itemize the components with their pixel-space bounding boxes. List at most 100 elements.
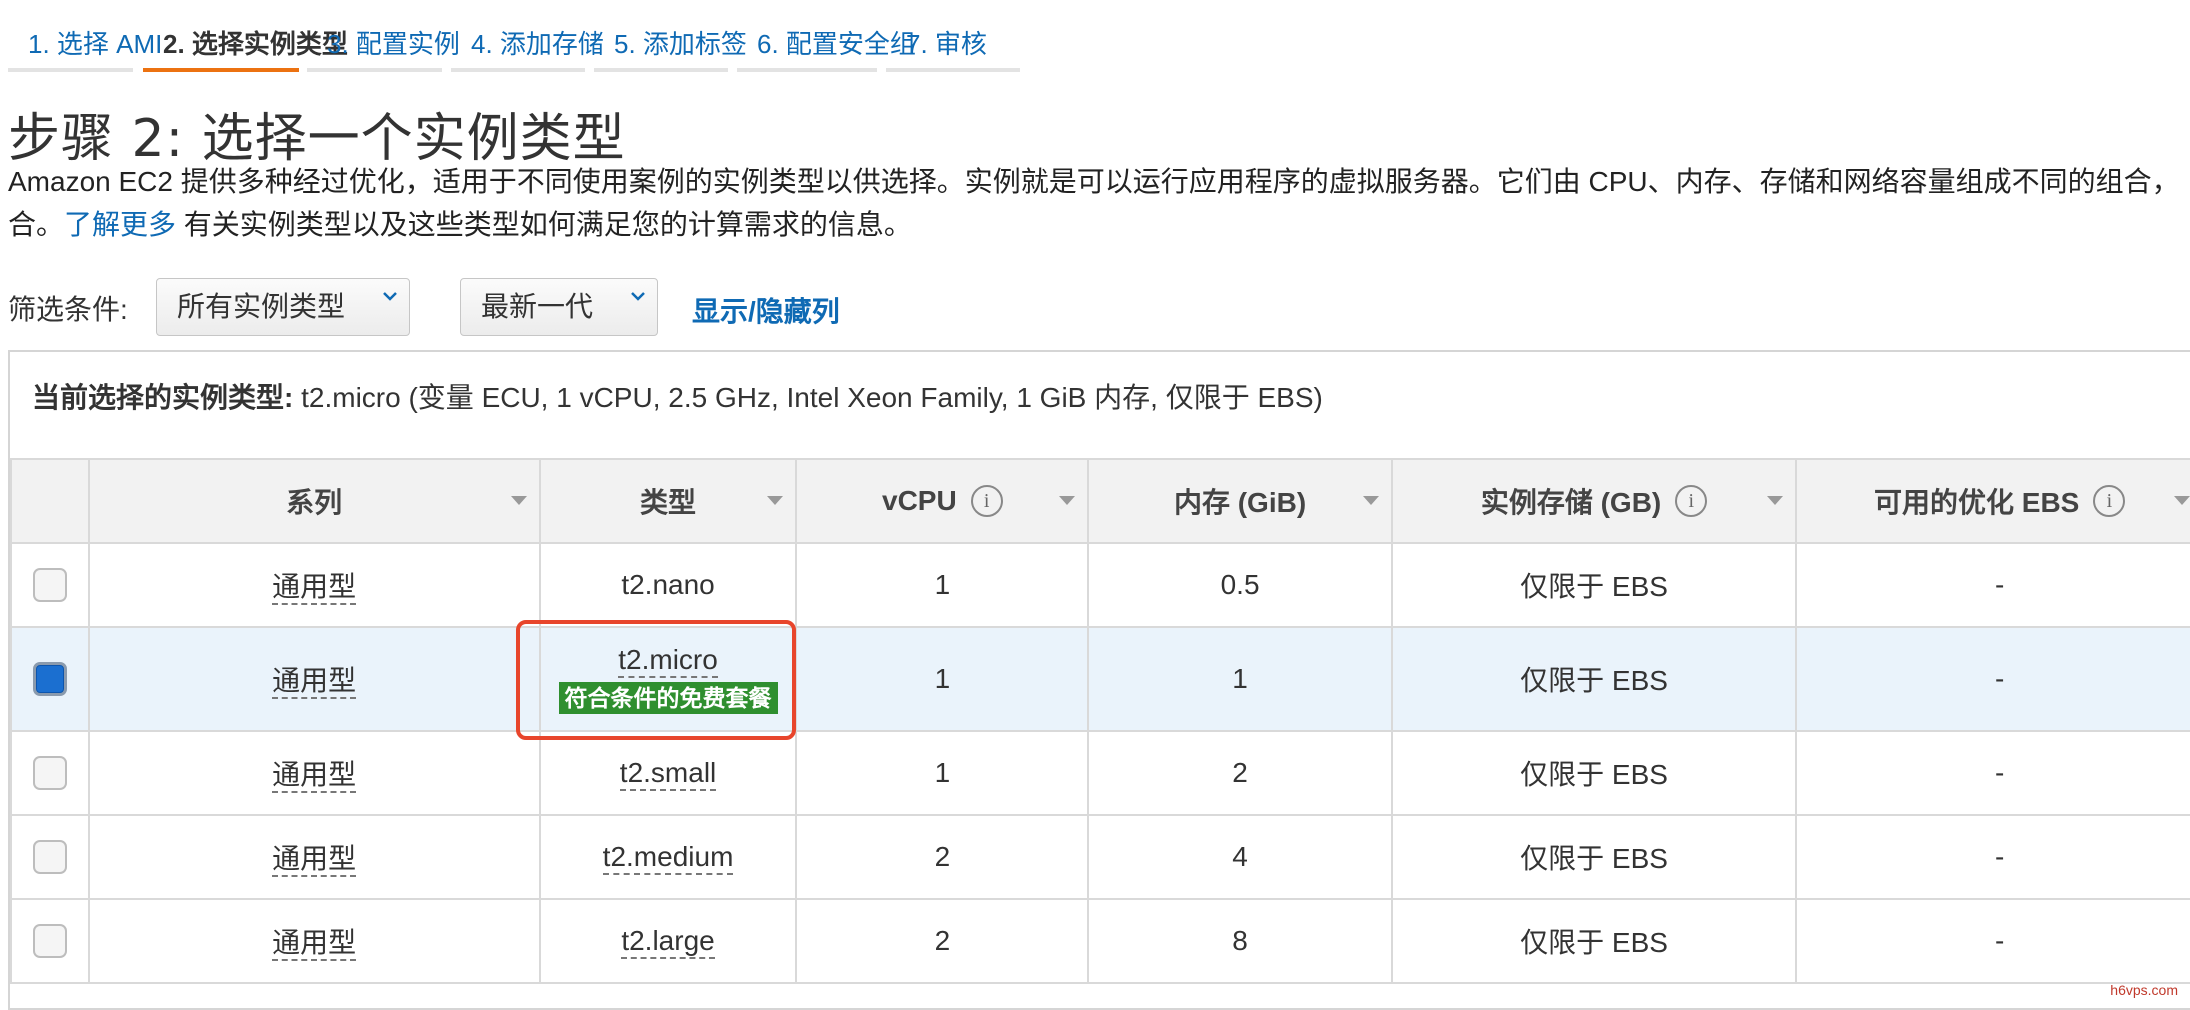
type-value: t2.small (619, 757, 717, 791)
description-line2-prefix: 合。 (8, 209, 65, 240)
storage-cell: 仅限于 EBS (1390, 626, 1798, 732)
row-checkbox[interactable] (32, 568, 67, 603)
select-column-header (10, 458, 90, 544)
tab-configure-security-group[interactable]: 6. 配置安全组 (737, 0, 916, 72)
type-value: t2.large (621, 925, 715, 959)
instance-type-panel: 当前选择的实例类型: t2.micro (变量 ECU, 1 vCPU, 2.5… (8, 350, 2190, 1010)
vcpu-cell: 1 (795, 542, 1090, 628)
info-icon[interactable]: i (2093, 485, 2126, 517)
ebs-cell: - (1795, 626, 2190, 732)
tab-add-storage[interactable]: 4. 添加存储 (451, 0, 604, 72)
family-value: 通用型 (272, 927, 357, 961)
tab-choose-instance-type[interactable]: 2. 选择实例类型 (143, 0, 348, 72)
row-checkbox-checked[interactable] (32, 662, 67, 697)
sort-caret-icon[interactable] (1059, 496, 1076, 505)
storage-cell: 仅限于 EBS (1390, 898, 1798, 984)
type-value: t2.medium (602, 841, 734, 875)
family-cell: 通用型 (87, 730, 541, 816)
chevron-down-icon (383, 291, 397, 305)
sort-caret-icon[interactable] (767, 496, 784, 505)
column-header-vcpu[interactable]: vCPU i (795, 458, 1090, 544)
show-hide-columns-link[interactable]: 显示/隐藏列 (692, 290, 840, 330)
page-description: Amazon EC2 提供多种经过优化，适用于不同使用案例的实例类型以供选择。实… (8, 160, 2178, 246)
tab-add-tags[interactable]: 5. 添加标签 (594, 0, 747, 72)
type-cell: t2.medium (538, 814, 798, 900)
sort-caret-icon[interactable] (1362, 496, 1379, 505)
vcpu-cell: 2 (795, 898, 1090, 984)
type-cell: t2.micro 符合条件的免费套餐 (538, 626, 798, 732)
sort-caret-icon[interactable] (510, 496, 527, 505)
info-icon[interactable]: i (1675, 485, 1708, 517)
vcpu-cell: 1 (795, 626, 1090, 732)
tab-choose-ami[interactable]: 1. 选择 AMI (8, 0, 162, 72)
learn-more-link[interactable]: 了解更多 (64, 209, 176, 240)
ebs-cell: - (1795, 898, 2190, 984)
memory-cell: 2 (1087, 730, 1393, 816)
table-row[interactable]: 通用型 t2.large 2 8 仅限于 EBS - (10, 898, 2190, 984)
family-cell: 通用型 (87, 898, 541, 984)
column-header-instance-storage[interactable]: 实例存储 (GB) i (1390, 458, 1798, 544)
family-value: 通用型 (272, 759, 357, 793)
column-header-memory[interactable]: 内存 (GiB) (1087, 458, 1393, 544)
instance-type-filter-dropdown[interactable]: 所有实例类型 (156, 278, 410, 336)
sort-caret-icon[interactable] (2174, 496, 2190, 505)
row-select-cell (10, 730, 90, 816)
description-line1: Amazon EC2 提供多种经过优化，适用于不同使用案例的实例类型以供选择。实… (8, 166, 2178, 197)
info-icon[interactable]: i (970, 485, 1003, 517)
table-row[interactable]: 通用型 t2.small 1 2 仅限于 EBS - (10, 730, 2190, 816)
storage-cell: 仅限于 EBS (1390, 814, 1798, 900)
ebs-cell: - (1795, 542, 2190, 628)
row-checkbox[interactable] (32, 924, 67, 959)
filter-label: 筛选条件: (8, 294, 128, 325)
vcpu-cell: 1 (795, 730, 1090, 816)
family-value: 通用型 (272, 571, 357, 605)
current-selection-value: t2.micro (变量 ECU, 1 vCPU, 2.5 GHz, Intel… (293, 382, 1323, 413)
type-value: t2.micro (618, 644, 718, 678)
sort-caret-icon[interactable] (1767, 496, 1784, 505)
family-value: 通用型 (272, 665, 357, 699)
watermark: h6vps.com (2110, 982, 2178, 998)
memory-cell: 0.5 (1087, 542, 1393, 628)
memory-cell: 1 (1087, 626, 1393, 732)
generation-filter-dropdown[interactable]: 最新一代 (460, 278, 658, 336)
storage-cell: 仅限于 EBS (1390, 730, 1798, 816)
ebs-cell: - (1795, 814, 2190, 900)
family-value: 通用型 (272, 843, 357, 877)
tab-configure-instance[interactable]: 3. 配置实例 (307, 0, 460, 72)
vcpu-cell: 2 (795, 814, 1090, 900)
free-tier-badge: 符合条件的免费套餐 (558, 682, 778, 714)
memory-cell: 8 (1087, 898, 1393, 984)
column-header-ebs-optimized[interactable]: 可用的优化 EBS i (1795, 458, 2190, 544)
row-select-cell (10, 542, 90, 628)
row-select-cell (10, 898, 90, 984)
row-checkbox[interactable] (32, 756, 67, 791)
instance-type-table: 系列 类型 vCPU i 内存 (GiB) 实例存储 (GB) i 可用的优化 EB… (10, 458, 2190, 984)
memory-cell: 4 (1087, 814, 1393, 900)
family-cell: 通用型 (87, 542, 541, 628)
table-row-selected[interactable]: 通用型 t2.micro 符合条件的免费套餐 1 1 仅限于 EBS - (10, 626, 2190, 732)
column-header-instance-storage-label: 实例存储 (GB) (1480, 487, 1662, 518)
storage-cell: 仅限于 EBS (1390, 542, 1798, 628)
type-cell: t2.large (538, 898, 798, 984)
type-cell: t2.small (538, 730, 798, 816)
ebs-cell: - (1795, 730, 2190, 816)
tab-review[interactable]: 7. 审核 (886, 0, 1020, 72)
column-header-type[interactable]: 类型 (538, 458, 798, 544)
chevron-down-icon (631, 291, 645, 305)
column-header-vcpu-label: vCPU (882, 485, 957, 516)
column-header-family[interactable]: 系列 (87, 458, 541, 544)
current-selection: 当前选择的实例类型: t2.micro (变量 ECU, 1 vCPU, 2.5… (32, 376, 1323, 416)
family-cell: 通用型 (87, 626, 541, 732)
family-cell: 通用型 (87, 814, 541, 900)
current-selection-label: 当前选择的实例类型: (32, 382, 294, 413)
table-row[interactable]: 通用型 t2.medium 2 4 仅限于 EBS - (10, 814, 2190, 900)
column-header-family-label: 系列 (286, 487, 343, 518)
row-select-cell (10, 626, 90, 732)
generation-filter-value: 最新一代 (481, 291, 594, 322)
description-line2: 合。了解更多 有关实例类型以及这些类型如何满足您的计算需求的信息。 (8, 203, 2178, 246)
table-header-row: 系列 类型 vCPU i 内存 (GiB) 实例存储 (GB) i 可用的优化 EB… (10, 458, 2190, 544)
row-checkbox[interactable] (32, 840, 67, 875)
instance-type-filter-value: 所有实例类型 (177, 291, 346, 322)
table-row[interactable]: 通用型 t2.nano 1 0.5 仅限于 EBS - (10, 542, 2190, 628)
type-value: t2.nano (621, 569, 715, 600)
